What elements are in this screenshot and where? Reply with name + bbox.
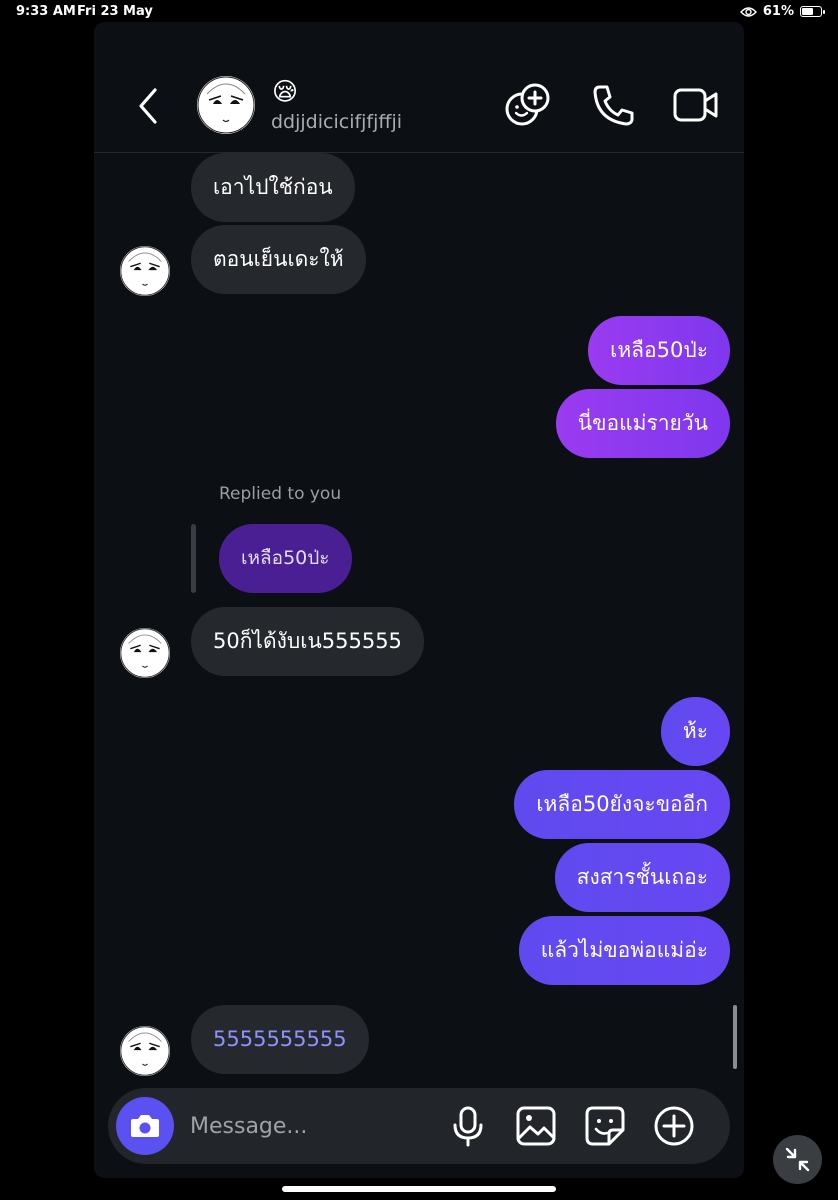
reply-label: Replied to you bbox=[219, 484, 342, 504]
message-bubble[interactable]: แล้วไม่ขอพ่อแม่อ่ะ bbox=[518, 916, 730, 985]
plus-circle-icon[interactable] bbox=[652, 1104, 696, 1148]
phone-icon[interactable] bbox=[589, 82, 637, 128]
minimize-button[interactable] bbox=[773, 1135, 822, 1184]
message-link-text[interactable]: 5555555555 bbox=[213, 1027, 347, 1051]
status-bar: 9:33 AM Fri 23 May 61% bbox=[0, 0, 838, 22]
status-date: Fri 23 May bbox=[77, 4, 153, 19]
camera-button[interactable] bbox=[116, 1097, 174, 1155]
sticker-icon[interactable] bbox=[583, 1104, 627, 1148]
quoted-message[interactable]: เหลือ50ป่ะ bbox=[219, 524, 352, 593]
message-input[interactable] bbox=[190, 1106, 430, 1146]
message-bubble[interactable]: สงสารชั้นเถอะ bbox=[554, 843, 730, 912]
screen-mirroring-icon bbox=[739, 6, 757, 17]
message-bubble[interactable]: 50ก็ได้งับเน555555 bbox=[191, 607, 424, 676]
add-people-icon[interactable] bbox=[503, 82, 551, 128]
message-bubble[interactable]: นี่ขอแม่รายวัน bbox=[555, 389, 730, 458]
camera-icon bbox=[131, 1115, 159, 1137]
message-bubble[interactable]: ตอนเย็นเดะให้ bbox=[191, 225, 366, 294]
chat-window: 😪 ddjjdicicifjfjffji เอาไปใช้ก่อน ตอนเย็… bbox=[94, 22, 744, 1178]
collapse-arrows-icon bbox=[785, 1147, 810, 1172]
home-indicator[interactable] bbox=[282, 1186, 556, 1192]
video-call-icon[interactable] bbox=[671, 82, 719, 128]
message-bubble[interactable]: เอาไปใช้ก่อน bbox=[191, 153, 355, 222]
battery-percent: 61% bbox=[762, 4, 794, 19]
avatar[interactable] bbox=[197, 76, 255, 134]
username[interactable]: ddjjdicicifjfjffji bbox=[271, 111, 402, 133]
microphone-icon[interactable] bbox=[446, 1104, 490, 1148]
scrollbar[interactable] bbox=[733, 1005, 737, 1069]
avatar[interactable] bbox=[120, 246, 170, 296]
status-time: 9:33 AM bbox=[16, 4, 76, 19]
message-bubble[interactable]: เหลือ50ยังจะขออีก bbox=[514, 770, 730, 839]
status-emoji: 😪 bbox=[272, 77, 299, 106]
battery-icon bbox=[800, 6, 825, 17]
status-right: 61% bbox=[739, 4, 825, 19]
message-bubble[interactable]: 5555555555 bbox=[191, 1005, 369, 1074]
chat-header: 😪 ddjjdicicifjfjffji bbox=[94, 22, 744, 153]
image-icon[interactable] bbox=[514, 1104, 558, 1148]
avatar[interactable] bbox=[120, 1026, 170, 1076]
message-composer bbox=[108, 1088, 730, 1164]
reply-bar bbox=[191, 524, 196, 593]
chevron-left-icon[interactable] bbox=[134, 86, 164, 126]
message-bubble[interactable]: ห้ะ bbox=[660, 697, 730, 766]
message-bubble[interactable]: เหลือ50ป่ะ bbox=[588, 316, 730, 385]
avatar[interactable] bbox=[120, 628, 170, 678]
